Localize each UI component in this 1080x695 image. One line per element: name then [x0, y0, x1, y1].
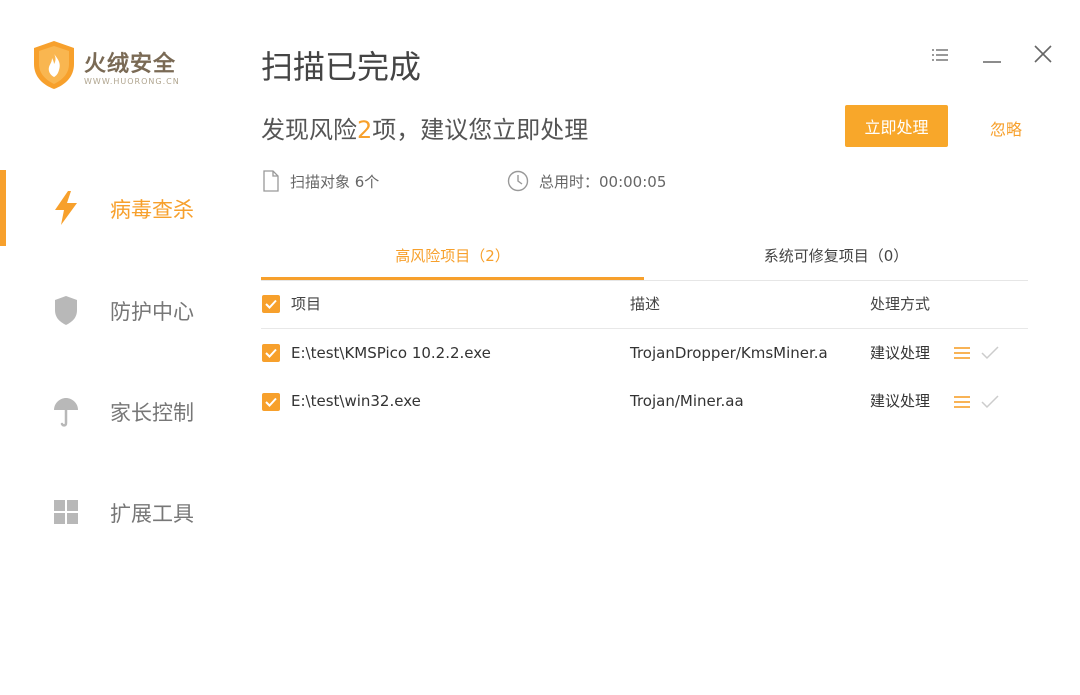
clock-icon [507, 170, 529, 192]
column-header-action: 处理方式 [870, 295, 931, 313]
tab-system-repair[interactable]: 系统可修复项目（0） [644, 238, 1028, 279]
app-logo: 火绒安全 WWW.HUORONG.CN [32, 40, 202, 92]
table-header: 项目 描述 处理方式 [261, 288, 1028, 329]
list-menu-icon[interactable] [953, 394, 971, 410]
document-icon [263, 170, 279, 192]
shield-icon [55, 296, 77, 325]
sidebar-item-label: 病毒查杀 [110, 198, 194, 222]
app-name: 火绒安全 [84, 52, 177, 77]
select-all-checkbox[interactable] [262, 295, 280, 313]
sidebar-item-extension-tools[interactable]: 扩展工具 [0, 474, 220, 550]
close-icon[interactable] [1030, 42, 1056, 68]
umbrella-icon [54, 398, 78, 427]
risk-summary-suffix: 项，建议您立即处理 [372, 116, 589, 144]
sidebar-item-parental-control[interactable]: 家长控制 [0, 373, 220, 449]
ignore-link[interactable]: 忽略 [990, 116, 1022, 140]
risk-summary-prefix: 发现风险 [261, 116, 357, 144]
scan-duration-text: 总用时：00:00:05 [539, 172, 667, 191]
result-tabs: 高风险项目（2） 系统可修复项目（0） [261, 238, 1028, 281]
check-icon[interactable] [981, 394, 999, 410]
check-icon[interactable] [981, 345, 999, 361]
row-action[interactable]: 建议处理 [870, 337, 930, 369]
row-checkbox[interactable] [262, 393, 280, 411]
row-item-path: E:\test\KMSPico 10.2.2.exe [291, 344, 491, 362]
sidebar-item-virus-scan[interactable]: 病毒查杀 [0, 170, 220, 246]
row-item-path: E:\test\win32.exe [291, 392, 421, 410]
row-description: Trojan/Miner.aa [630, 392, 744, 410]
column-header-item: 项目 [291, 295, 322, 313]
table-row: E:\test\KMSPico 10.2.2.exe TrojanDropper… [261, 337, 1028, 385]
app-url: WWW.HUORONG.CN [84, 77, 180, 86]
grid-icon [54, 500, 78, 524]
sidebar-item-label: 家长控制 [110, 401, 194, 425]
row-action[interactable]: 建议处理 [870, 385, 930, 417]
checkmark-icon [265, 397, 277, 407]
lightning-icon [55, 191, 77, 225]
page-title: 扫描已完成 [261, 48, 422, 86]
checkmark-icon [265, 348, 277, 358]
column-header-description: 描述 [630, 295, 661, 313]
row-description: TrojanDropper/KmsMiner.a [630, 344, 828, 362]
minimize-icon[interactable] [979, 42, 1005, 68]
list-menu-icon[interactable] [953, 345, 971, 361]
huorong-shield-logo [34, 41, 74, 89]
scan-objects: 扫描对象 6个 [262, 170, 379, 192]
risk-count: 2 [357, 116, 373, 144]
menu-icon[interactable] [928, 42, 954, 68]
sidebar-item-label: 扩展工具 [110, 502, 194, 526]
tab-high-risk[interactable]: 高风险项目（2） [261, 238, 644, 280]
handle-now-button[interactable]: 立即处理 [845, 105, 948, 147]
checkmark-icon [265, 299, 277, 309]
table-row: E:\test\win32.exe Trojan/Miner.aa 建议处理 [261, 385, 1028, 433]
row-checkbox[interactable] [262, 344, 280, 362]
sidebar-item-protection-center[interactable]: 防护中心 [0, 272, 220, 348]
scan-objects-text: 扫描对象 6个 [290, 172, 380, 191]
risk-summary: 发现风险2项，建议您立即处理 [261, 110, 588, 145]
scan-duration: 总用时：00:00:05 [507, 170, 666, 192]
sidebar-item-label: 防护中心 [110, 300, 194, 324]
